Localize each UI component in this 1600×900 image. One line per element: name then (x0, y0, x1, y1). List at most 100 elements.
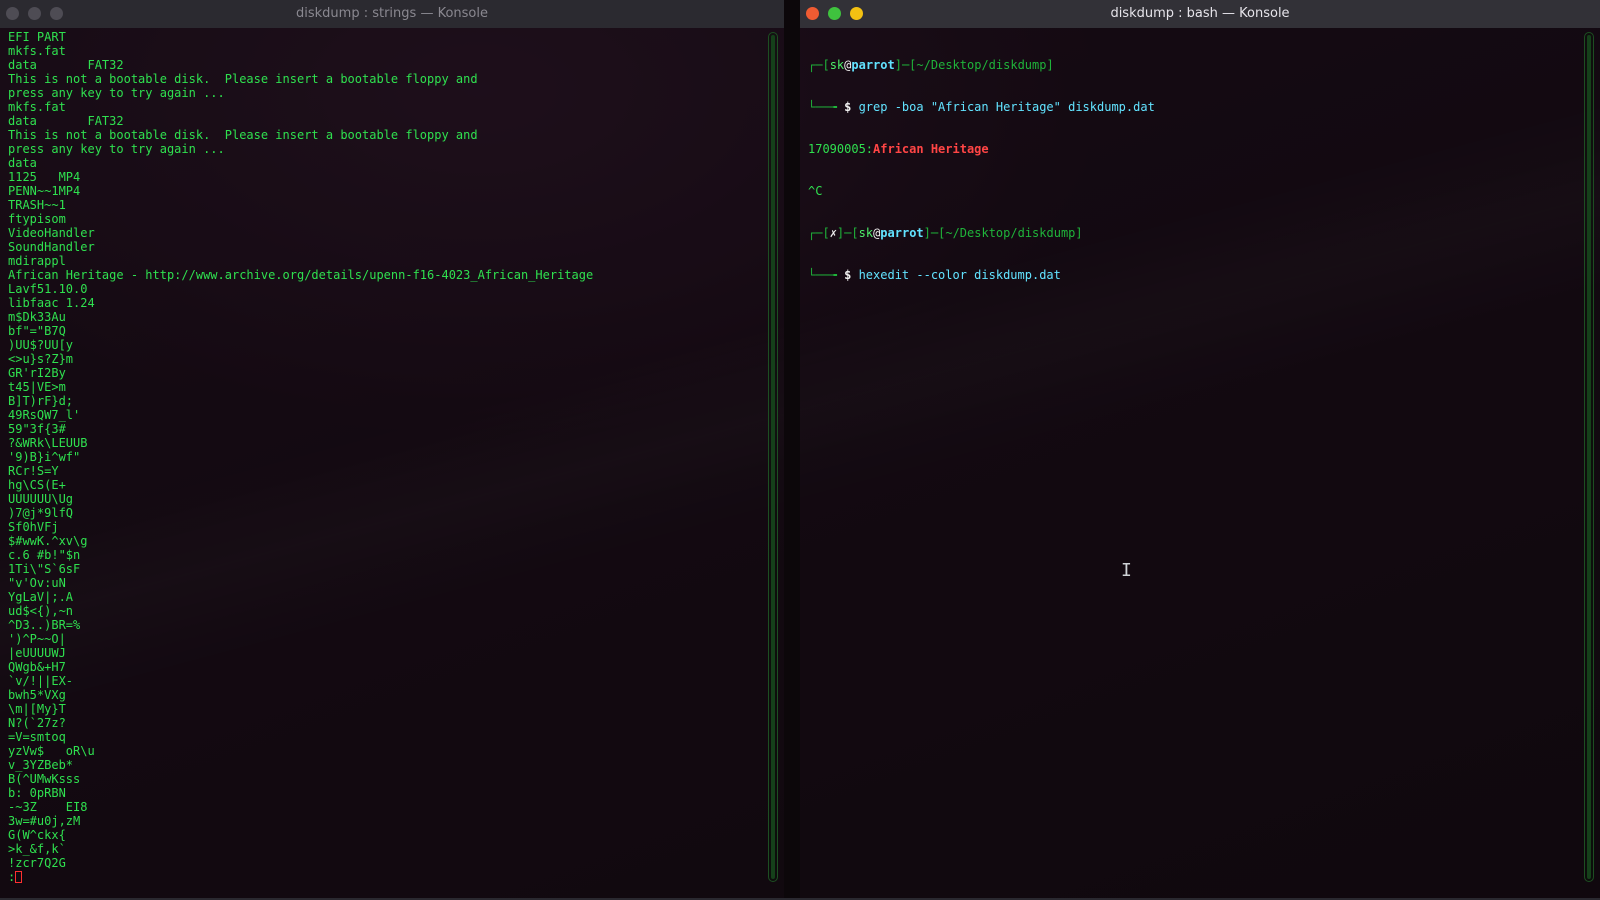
terminal-output[interactable]: ┌─[sk@parrot]─[~/Desktop/diskdump] └──╼ … (800, 28, 1578, 892)
pager-prompt: : (8, 870, 16, 884)
scrollbar-thumb[interactable] (771, 35, 775, 879)
match-text: African Heritage (873, 142, 989, 156)
output-line: c.6 #b!"$n (8, 548, 81, 562)
output-line: `v/!||EX- (8, 674, 74, 688)
output-line: TRASH~~1 (8, 198, 66, 212)
output-line: bwh5*VXg (8, 688, 66, 702)
output-line: 59"3f{3# (8, 422, 66, 436)
window-title: diskdump : bash — Konsole (1110, 6, 1290, 21)
output-line: This is not a bootable disk. Please inse… (8, 128, 478, 142)
output-line: )7@j*9lfQ (8, 506, 74, 520)
i-beam-icon: I (1121, 560, 1132, 581)
output-line: !zcr7Q2G (8, 856, 66, 870)
output-line: mdirappl (8, 254, 66, 268)
prompt-path: ~/Desktop/diskdump (945, 226, 1076, 240)
output-line: press any key to try again ... (8, 142, 225, 156)
scrollbar[interactable] (768, 32, 778, 882)
close-button[interactable] (6, 7, 19, 20)
output-line: mkfs.fat (8, 100, 66, 114)
output-line: African Heritage - http://www.archive.or… (8, 268, 594, 282)
prompt-frame: ]─[ (894, 58, 917, 72)
output-line: b: 0pRBN (8, 786, 66, 800)
output-line: "v'Ov:uN (8, 576, 66, 590)
output-line: YgLaV|;.A (8, 590, 74, 604)
close-button[interactable] (806, 7, 819, 20)
konsole-window-strings[interactable]: diskdump : strings — Konsole EFI PART mkf… (0, 0, 784, 900)
output-line: ^D3..)BR=% (8, 618, 81, 632)
prompt-host: parrot (880, 226, 924, 240)
command-text: grep -boa "African Heritage" diskdump.da… (851, 100, 1155, 114)
output-line: EFI PART (8, 30, 66, 44)
output-line: 1125 MP4 (8, 170, 81, 184)
prompt-line-1: ┌─[sk@parrot]─[~/Desktop/diskdump] (808, 58, 1570, 72)
output-line: ud$<{),~n (8, 604, 74, 618)
output-line: ftypisom (8, 212, 66, 226)
output-line: GR'rI2By (8, 366, 66, 380)
output-line: >k_&f,k` (8, 842, 66, 856)
konsole-window-bash[interactable]: diskdump : bash — Konsole ┌─[sk@parrot]─… (800, 0, 1600, 900)
interrupt-line: ^C (808, 184, 823, 198)
prompt-frame: ┌─[ (808, 226, 830, 240)
output-line: -~3Z EI8 (8, 800, 88, 814)
window-buttons (6, 7, 63, 20)
output-line: data FAT32 (8, 114, 124, 128)
prompt-corner: └──╼ (808, 268, 845, 282)
pager-prompt-line: : (8, 870, 754, 884)
output-line: \m|[My}T (8, 702, 66, 716)
output-line: 1Ti\"S`6sF (8, 562, 81, 576)
output-line: Lavf51.10.0 (8, 282, 88, 296)
output-line: libfaac 1.24 (8, 296, 95, 310)
command-line-1: └──╼ $ grep -boa "African Heritage" disk… (808, 100, 1570, 114)
terminal-output[interactable]: EFI PART mkfs.fat data FAT32 This is not a … (0, 28, 762, 892)
prompt-frame: ┌─[ (808, 58, 830, 72)
output-line: PENN~~1MP4 (8, 184, 81, 198)
output-line: UUUUUU\Ug (8, 492, 74, 506)
output-line: v_3YZBeb* (8, 758, 74, 772)
minimize-button[interactable] (28, 7, 41, 20)
output-line: m$Dk33Au (8, 310, 66, 324)
output-line: B(^UMwKsss (8, 772, 81, 786)
titlebar[interactable]: diskdump : bash — Konsole (800, 0, 1600, 28)
output-line: )UU$?UU[y (8, 338, 74, 352)
scrollbar[interactable] (1584, 32, 1594, 882)
error-status-icon: ✗ (829, 226, 837, 240)
output-separator: : (865, 142, 874, 156)
output-line: Sf0hVFj (8, 520, 59, 534)
titlebar[interactable]: diskdump : strings — Konsole (0, 0, 784, 28)
minimize-button[interactable] (828, 7, 841, 20)
output-line: |eUUUUWJ (8, 646, 66, 660)
output-line: RCr!S=Y (8, 464, 59, 478)
output-line: ?&WRk\LEUUB (8, 436, 88, 450)
output-line: VideoHandler (8, 226, 95, 240)
output-line: data (8, 156, 37, 170)
maximize-button[interactable] (850, 7, 863, 20)
text-cursor-icon (15, 871, 23, 883)
output-line: press any key to try again ... (8, 86, 225, 100)
grep-output-line: 17090005:African Heritage (808, 142, 1570, 156)
command-line-2: └──╼ $ hexedit --color diskdump.dat (808, 268, 1570, 282)
output-line: t45|VE>m (8, 380, 66, 394)
output-line: SoundHandler (8, 240, 95, 254)
output-line: 3w=#u0j,zM (8, 814, 81, 828)
maximize-button[interactable] (50, 7, 63, 20)
output-line: mkfs.fat (8, 44, 66, 58)
output-line: yzVw$ oR\u (8, 744, 95, 758)
prompt-path: ~/Desktop/diskdump (916, 58, 1047, 72)
output-line: $#wwK.^xv\g (8, 534, 88, 548)
prompt-frame: ]─[ (836, 226, 859, 240)
prompt-frame: ]─[ (923, 226, 946, 240)
output-line: =V=smtoq (8, 730, 66, 744)
output-line: data FAT32 (8, 58, 124, 72)
window-divider (784, 0, 800, 900)
byte-offset: 17090005 (808, 142, 866, 156)
output-line: hg\CS(E+ (8, 478, 66, 492)
prompt-user: sk (829, 58, 845, 72)
output-line: ')^P~~O| (8, 632, 66, 646)
output-line: QWgb&+H7 (8, 660, 66, 674)
scrollbar-thumb[interactable] (1587, 35, 1591, 879)
output-line: B]T)rF}d; (8, 394, 74, 408)
prompt-line-2: ┌─[✗]─[sk@parrot]─[~/Desktop/diskdump] (808, 226, 1570, 240)
prompt-host: parrot (851, 58, 895, 72)
prompt-user: sk (858, 226, 874, 240)
prompt-corner: └──╼ (808, 100, 845, 114)
